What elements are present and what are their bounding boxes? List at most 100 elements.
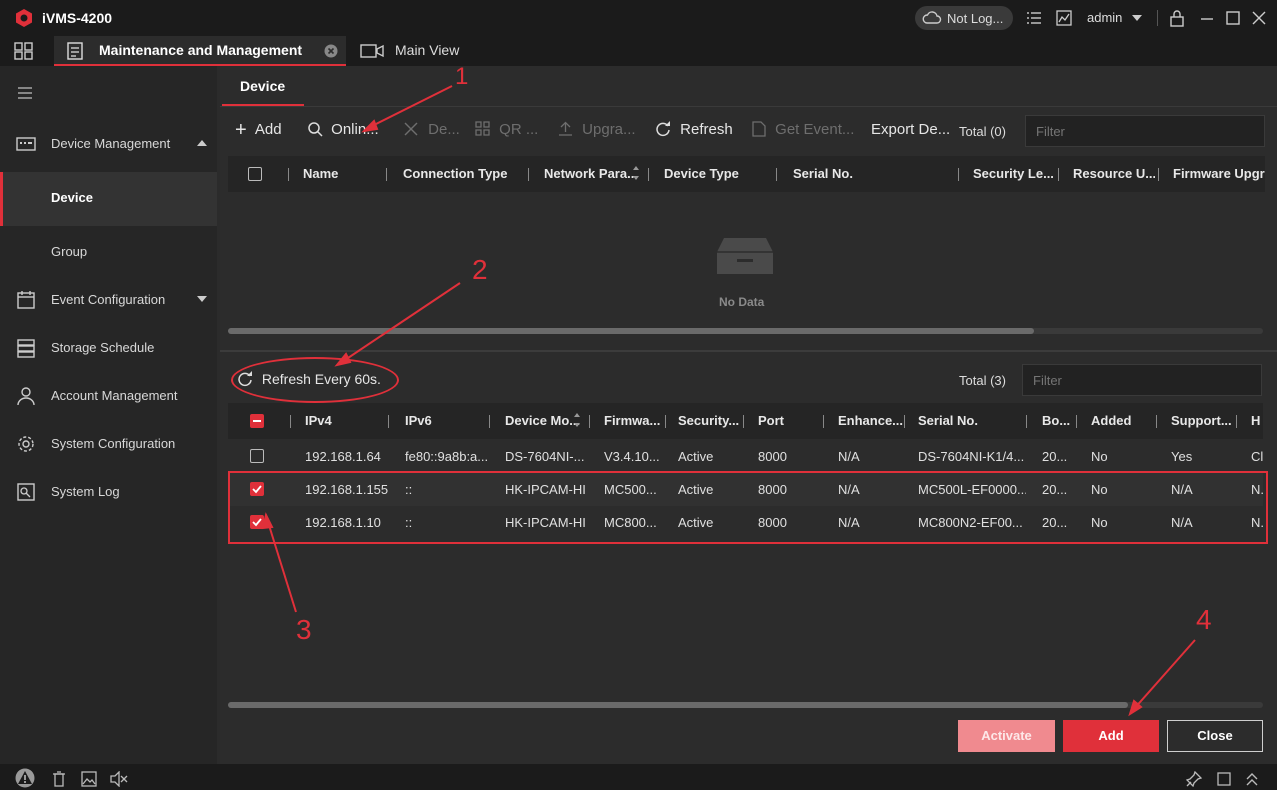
export-device-button[interactable]: Export De...	[871, 121, 950, 143]
list-icon[interactable]	[1026, 10, 1042, 26]
mute-icon[interactable]	[110, 771, 128, 787]
warning-icon[interactable]	[13, 768, 37, 788]
upgrade-button[interactable]: Upgra...	[558, 121, 636, 143]
table-row[interactable]: 192.168.1.64 fe80::9a8b:a... DS-7604NI-.…	[228, 440, 1263, 473]
image-icon[interactable]	[81, 771, 97, 787]
add-button[interactable]: Add	[1063, 720, 1159, 752]
minimize-icon[interactable]	[1199, 10, 1215, 26]
annotation-number: 3	[296, 614, 312, 645]
column-header[interactable]: Bo...	[1042, 403, 1072, 439]
cell-firmware: V3.4.10...	[604, 449, 660, 464]
sidebar-item-device[interactable]: Device	[0, 172, 217, 226]
column-header[interactable]: H	[1251, 403, 1263, 439]
cell-ipv4: 192.168.1.64	[305, 449, 381, 464]
column-separator	[648, 168, 649, 181]
column-header[interactable]: Device Type	[664, 156, 774, 192]
menu-toggle-icon[interactable]	[17, 86, 33, 100]
close-icon[interactable]	[1251, 10, 1267, 26]
tab-maintenance-and-management[interactable]: Maintenance and Management	[54, 36, 346, 66]
column-header[interactable]: IPv4	[305, 403, 385, 439]
panel-splitter[interactable]	[220, 350, 1277, 352]
column-header[interactable]: Network Para...	[544, 156, 640, 192]
qr-code-button[interactable]: QR ...	[475, 121, 538, 143]
column-header[interactable]: Firmware Upgr	[1173, 156, 1265, 192]
status-bar	[0, 764, 1277, 790]
module-grid-icon[interactable]	[14, 42, 34, 60]
column-header[interactable]: Added	[1091, 403, 1146, 439]
tab-label: Main View	[395, 42, 460, 58]
chevron-down-icon[interactable]	[1132, 14, 1142, 22]
storage-icon	[17, 339, 35, 358]
app-title: iVMS-4200	[42, 10, 113, 26]
column-separator	[386, 168, 387, 181]
column-header[interactable]: Security...	[678, 403, 742, 439]
column-header[interactable]: Serial No.	[918, 403, 1018, 439]
button-label: Get Event...	[775, 121, 855, 138]
column-header[interactable]: IPv6	[405, 403, 485, 439]
column-header[interactable]: Firmwa...	[604, 403, 666, 439]
online-device-button[interactable]: Onlin...	[307, 121, 379, 143]
online-filter-input[interactable]	[1022, 364, 1262, 396]
window-icon[interactable]	[1217, 772, 1231, 786]
sidebar-item-device-management[interactable]: Device Management	[0, 120, 217, 168]
column-header[interactable]: Support...	[1171, 403, 1235, 439]
column-header[interactable]: Security Le...	[973, 156, 1055, 192]
log-icon	[17, 483, 35, 501]
sidebar-item-account-management[interactable]: Account Management	[0, 372, 217, 420]
select-all-checkbox[interactable]	[250, 414, 264, 428]
scrollbar-thumb[interactable]	[228, 702, 1128, 708]
user-name[interactable]: admin	[1087, 10, 1122, 25]
refresh-button[interactable]: Refresh	[655, 121, 733, 143]
column-header[interactable]: Resource U...	[1073, 156, 1155, 192]
sort-icon[interactable]	[632, 165, 640, 181]
delete-button[interactable]: De...	[404, 121, 460, 143]
annotation-highlight-box	[228, 471, 1268, 544]
column-header[interactable]: Enhance...	[838, 403, 904, 439]
sidebar-item-label: Event Configuration	[51, 292, 166, 307]
column-header[interactable]: Connection Type	[403, 156, 525, 192]
column-header[interactable]: Name	[303, 156, 383, 192]
sidebar-item-system-configuration[interactable]: System Configuration	[0, 420, 217, 468]
lock-icon[interactable]	[1169, 9, 1185, 27]
column-header[interactable]: Serial No.	[793, 156, 953, 192]
close-button[interactable]: Close	[1167, 720, 1263, 752]
column-separator	[776, 168, 777, 181]
horizontal-scrollbar[interactable]	[228, 702, 1263, 708]
get-event-button[interactable]: Get Event...	[752, 121, 854, 143]
button-label: Onlin...	[331, 121, 379, 138]
cloud-login-button[interactable]: Not Log...	[915, 6, 1013, 30]
cloud-icon	[922, 11, 942, 24]
cell-boot: 20...	[1042, 449, 1068, 464]
chart-icon[interactable]	[1056, 10, 1072, 26]
scrollbar-thumb[interactable]	[228, 328, 1034, 334]
activate-button[interactable]: Activate	[958, 720, 1055, 752]
select-all-checkbox[interactable]	[248, 167, 262, 181]
delete-icon	[404, 122, 418, 136]
sort-icon[interactable]	[573, 412, 581, 428]
double-chevron-up-icon[interactable]	[1245, 771, 1259, 787]
sidebar-item-event-configuration[interactable]: Event Configuration	[0, 276, 217, 324]
filter-input[interactable]	[1025, 115, 1265, 147]
sidebar-item-storage-schedule[interactable]: Storage Schedule	[0, 324, 217, 372]
button-label: Upgra...	[582, 121, 636, 138]
trash-icon[interactable]	[52, 771, 66, 787]
add-device-button[interactable]: + Add	[235, 120, 282, 143]
sidebar-item-system-log[interactable]: System Log	[0, 468, 217, 516]
row-checkbox[interactable]	[250, 449, 264, 463]
maximize-icon[interactable]	[1225, 10, 1241, 26]
cell-security: Active	[678, 449, 714, 464]
horizontal-scrollbar[interactable]	[228, 328, 1263, 334]
column-header[interactable]: Device Mo...	[505, 403, 583, 439]
document-icon	[752, 121, 766, 137]
divider	[1157, 10, 1158, 26]
column-separator	[1158, 168, 1159, 181]
app-logo-icon	[16, 9, 32, 27]
tab-device[interactable]: Device	[222, 70, 304, 106]
tab-close-icon[interactable]	[324, 44, 338, 58]
device-management-icon	[16, 137, 36, 151]
sidebar-item-label: Device Management	[51, 136, 171, 151]
column-header[interactable]: Port	[758, 403, 818, 439]
sidebar-item-group[interactable]: Group	[0, 226, 217, 280]
column-separator	[1156, 415, 1157, 428]
pin-icon[interactable]	[1186, 771, 1202, 787]
